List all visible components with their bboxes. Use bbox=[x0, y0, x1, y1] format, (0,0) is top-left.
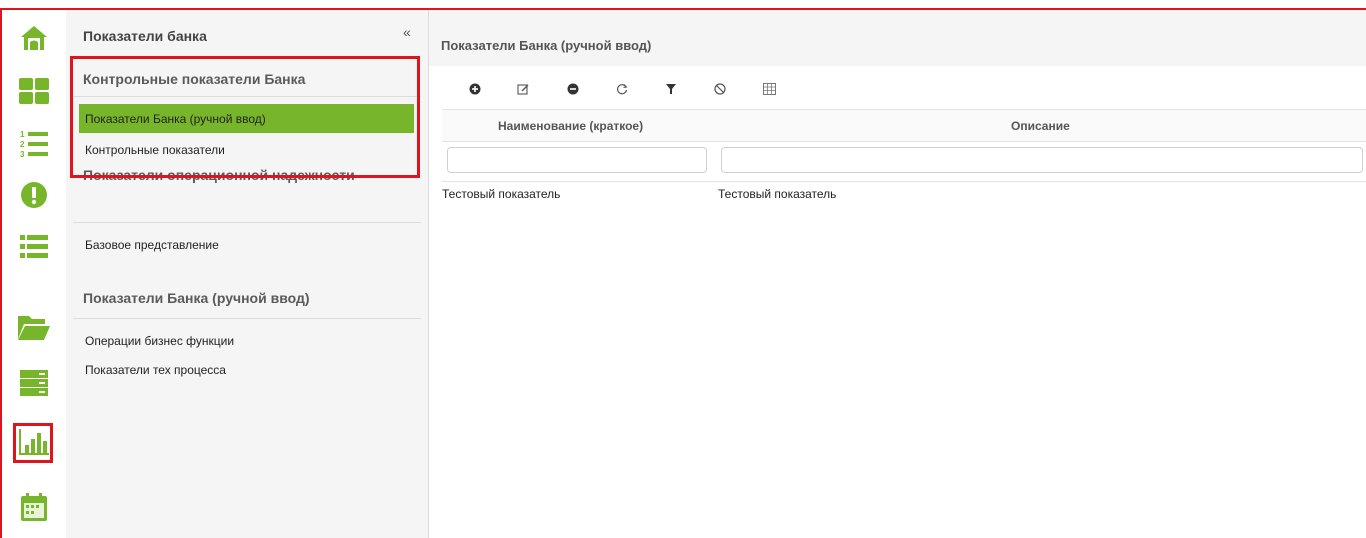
filter-short-name-input[interactable] bbox=[447, 147, 707, 173]
calendar-button[interactable] bbox=[2, 482, 66, 532]
server-button[interactable] bbox=[2, 358, 66, 408]
sidebar-group-control-indicators[interactable]: Контрольные показатели Банка bbox=[83, 71, 305, 87]
clear-filter-icon bbox=[714, 82, 726, 100]
cell-short-name: Тестовый показатель bbox=[442, 187, 561, 201]
add-icon bbox=[469, 82, 481, 100]
collapse-sidebar-button[interactable]: « bbox=[403, 24, 411, 40]
sidebar-title: Показатели банка bbox=[83, 28, 207, 44]
reports-button[interactable] bbox=[2, 423, 66, 473]
main-header: Показатели Банка (ручной ввод) bbox=[429, 10, 1366, 66]
columns-icon bbox=[762, 82, 776, 100]
column-header-description[interactable]: Описание bbox=[1011, 119, 1070, 133]
filter-icon bbox=[665, 82, 677, 100]
numbered-list-icon: 1 2 3 bbox=[19, 128, 49, 158]
filter-description-input[interactable] bbox=[721, 147, 1363, 173]
remove-button[interactable] bbox=[563, 81, 583, 101]
home-button[interactable] bbox=[2, 13, 66, 63]
table-row[interactable]: Тестовый показатель Тестовый показатель bbox=[442, 182, 1366, 206]
server-icon bbox=[19, 368, 49, 398]
alerts-button[interactable] bbox=[2, 170, 66, 220]
list-button[interactable] bbox=[2, 222, 66, 272]
sidebar-group-bank-indicators-manual[interactable]: Показатели Банка (ручной ввод) bbox=[83, 290, 310, 306]
clear-filter-button[interactable] bbox=[710, 81, 730, 101]
divider bbox=[73, 96, 421, 97]
dashboard-grid-icon bbox=[18, 77, 50, 105]
alert-icon bbox=[19, 180, 49, 210]
divider bbox=[73, 318, 421, 319]
sidebar-group-operational-reliability[interactable]: Показатели операционной надежности bbox=[83, 167, 355, 183]
toolbar bbox=[429, 67, 1366, 109]
remove-icon bbox=[567, 82, 579, 100]
icon-rail: 1 2 3 bbox=[2, 10, 66, 538]
page-title: Показатели Банка (ручной ввод) bbox=[441, 38, 652, 53]
sidebar: Показатели банка « Контрольные показател… bbox=[66, 10, 429, 538]
folder-button[interactable] bbox=[2, 302, 66, 352]
columns-button[interactable] bbox=[759, 81, 779, 101]
add-button[interactable] bbox=[465, 81, 485, 101]
sidebar-item-base-view[interactable]: Базовое представление bbox=[79, 230, 414, 259]
svg-text:3: 3 bbox=[20, 150, 25, 158]
grid-header: Наименование (краткое) Описание bbox=[442, 109, 1366, 142]
sidebar-item-process-indicators[interactable]: Показатели тех процесса bbox=[79, 355, 414, 384]
sidebar-item-control-indicators[interactable]: Контрольные показатели bbox=[79, 135, 414, 164]
svg-text:2: 2 bbox=[20, 140, 25, 149]
svg-text:1: 1 bbox=[20, 130, 25, 139]
home-icon bbox=[19, 24, 49, 52]
filter-button[interactable] bbox=[661, 81, 681, 101]
folder-icon bbox=[17, 313, 51, 341]
calendar-icon bbox=[20, 492, 48, 522]
dashboard-button[interactable] bbox=[2, 66, 66, 116]
sidebar-item-bank-indicators-manual[interactable]: Показатели Банка (ручной ввод) bbox=[79, 104, 414, 133]
column-header-short-name[interactable]: Наименование (краткое) bbox=[498, 119, 643, 133]
numbered-list-button[interactable]: 1 2 3 bbox=[2, 118, 66, 168]
refresh-button[interactable] bbox=[612, 81, 632, 101]
refresh-icon bbox=[616, 82, 628, 100]
filter-row bbox=[442, 141, 1366, 182]
sidebar-item-business-operations[interactable]: Операции бизнес функции bbox=[79, 326, 414, 355]
cell-description: Тестовый показатель bbox=[718, 187, 837, 201]
edit-icon bbox=[517, 82, 529, 100]
main-panel: Показатели Банка (ручной ввод) Наименова… bbox=[429, 10, 1366, 538]
bar-chart-icon bbox=[18, 427, 50, 457]
list-icon bbox=[19, 233, 49, 261]
divider bbox=[73, 222, 421, 223]
edit-button[interactable] bbox=[513, 81, 533, 101]
